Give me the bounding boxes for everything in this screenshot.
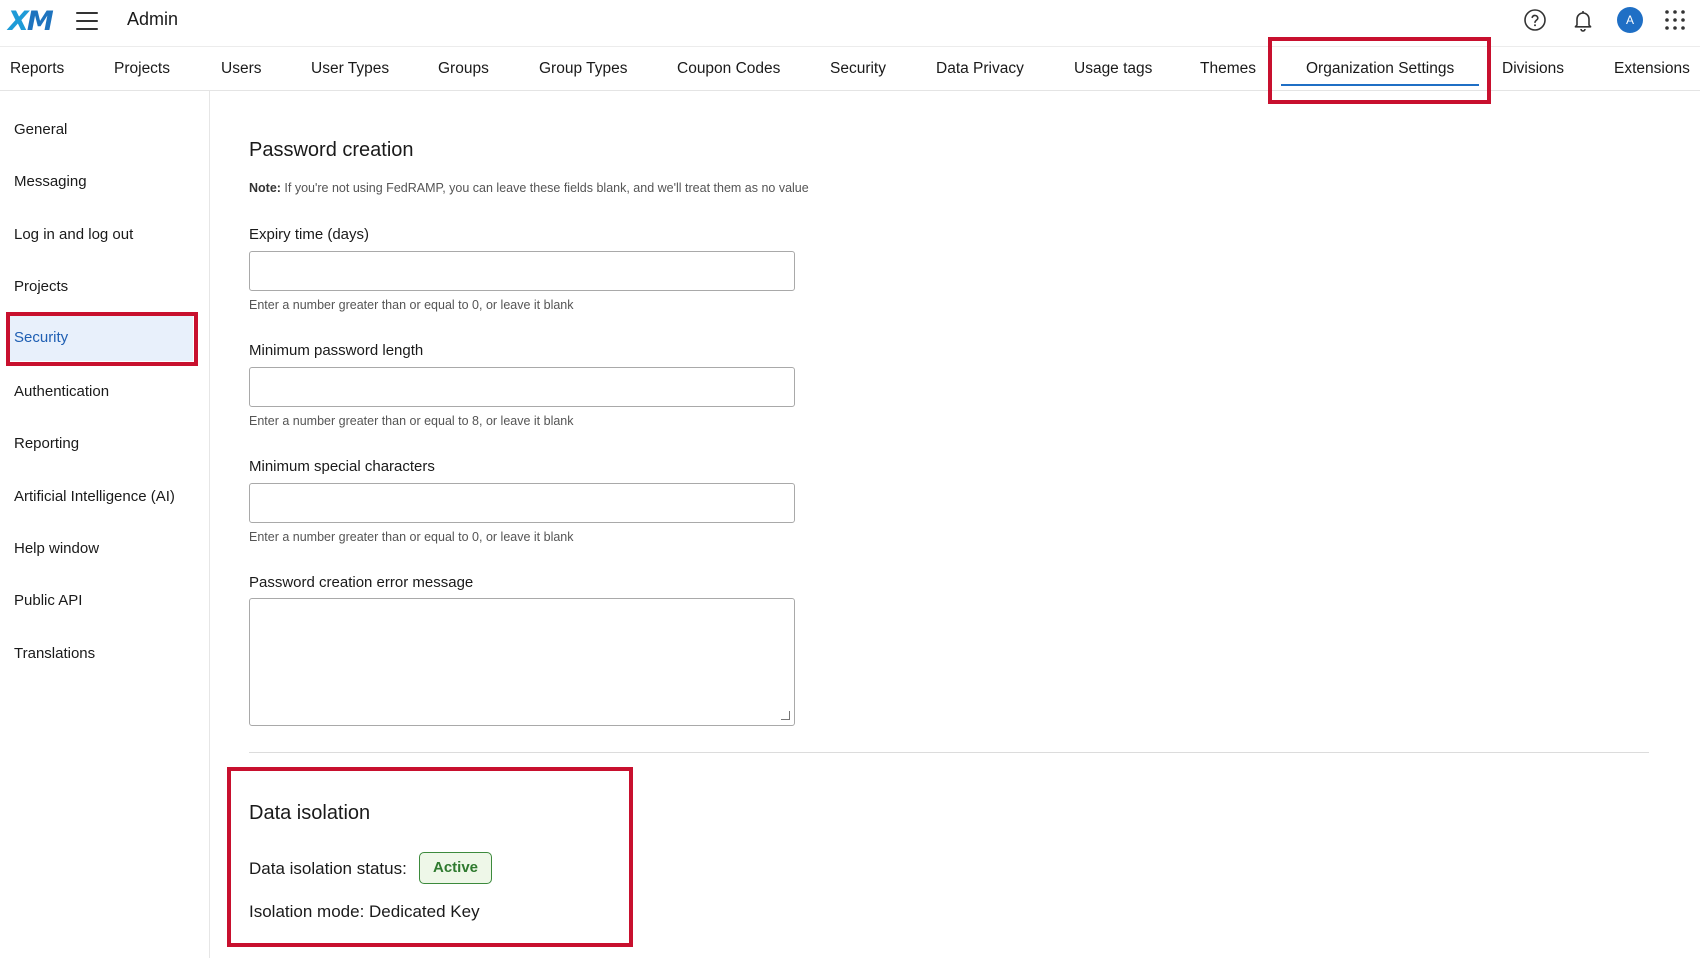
tab-group-types[interactable]: Group Types (539, 47, 627, 92)
tab-data-privacy[interactable]: Data Privacy (936, 47, 1024, 92)
note-label: Note: (249, 181, 281, 195)
tab-users[interactable]: Users (221, 47, 261, 92)
min-special-characters-input[interactable] (249, 483, 795, 523)
tab-usage-tags[interactable]: Usage tags (1074, 47, 1152, 92)
min-password-length-label: Minimum password length (249, 342, 424, 359)
tab-security[interactable]: Security (830, 47, 886, 92)
top-bar: XM Admin A (0, 0, 1700, 46)
section-divider (249, 752, 1649, 753)
tab-divisions[interactable]: Divisions (1502, 47, 1564, 92)
help-icon[interactable] (1523, 8, 1547, 32)
admin-tabs: Reports Projects Users User Types Groups… (0, 46, 1700, 91)
sidebar-item-projects[interactable]: Projects (0, 265, 195, 309)
expiry-time-hint: Enter a number greater than or equal to … (249, 298, 574, 312)
menu-icon[interactable] (76, 12, 98, 30)
sidebar-item-artificial-intelligence[interactable]: Artificial Intelligence (AI) (0, 475, 195, 519)
data-isolation-title: Data isolation (249, 802, 371, 824)
logo-x: X (8, 6, 29, 37)
tab-projects[interactable]: Projects (114, 47, 170, 92)
sidebar-item-reporting[interactable]: Reporting (0, 422, 195, 466)
data-isolation-status-label: Data isolation status: (249, 859, 407, 878)
tab-groups[interactable]: Groups (438, 47, 489, 92)
password-creation-title: Password creation (249, 139, 414, 161)
fedramp-note: Note: If you're not using FedRAMP, you c… (249, 181, 809, 195)
tab-extensions[interactable]: Extensions (1614, 47, 1690, 92)
min-special-characters-label: Minimum special characters (249, 458, 435, 475)
tab-themes[interactable]: Themes (1200, 47, 1256, 92)
bell-icon[interactable] (1571, 8, 1595, 32)
settings-sidebar: General Messaging Log in and log out Pro… (0, 91, 210, 958)
password-error-message-label: Password creation error message (249, 574, 474, 591)
sidebar-item-messaging[interactable]: Messaging (0, 160, 195, 204)
tab-coupon-codes[interactable]: Coupon Codes (677, 47, 780, 92)
status-badge: Active (419, 852, 493, 884)
sidebar-item-authentication[interactable]: Authentication (0, 370, 195, 414)
tab-user-types[interactable]: User Types (311, 47, 389, 92)
sidebar-item-translations[interactable]: Translations (0, 632, 195, 676)
sidebar-item-log-in-and-log-out[interactable]: Log in and log out (0, 213, 195, 257)
isolation-mode-text: Isolation mode: Dedicated Key (249, 902, 480, 921)
expiry-time-label: Expiry time (days) (249, 226, 370, 243)
app-title: Admin (127, 9, 179, 29)
password-error-message-textarea[interactable] (249, 598, 795, 726)
tab-organization-settings[interactable]: Organization Settings (1280, 47, 1480, 92)
sidebar-item-help-window[interactable]: Help window (0, 527, 195, 571)
tab-reports[interactable]: Reports (10, 47, 64, 92)
logo-m: M (26, 6, 54, 37)
min-password-length-hint: Enter a number greater than or equal to … (249, 414, 574, 428)
xm-logo[interactable]: XM (8, 6, 54, 37)
note-text: If you're not using FedRAMP, you can lea… (280, 181, 809, 195)
min-special-characters-hint: Enter a number greater than or equal to … (249, 530, 574, 544)
min-password-length-input[interactable] (249, 367, 795, 407)
sidebar-item-security[interactable]: Security (9, 315, 193, 361)
sidebar-item-public-api[interactable]: Public API (0, 579, 195, 623)
resize-handle-icon[interactable] (781, 711, 790, 720)
sidebar-item-general[interactable]: General (0, 108, 195, 152)
expiry-time-input[interactable] (249, 251, 795, 291)
avatar[interactable]: A (1617, 7, 1643, 33)
app-grid-icon[interactable] (1663, 8, 1687, 32)
